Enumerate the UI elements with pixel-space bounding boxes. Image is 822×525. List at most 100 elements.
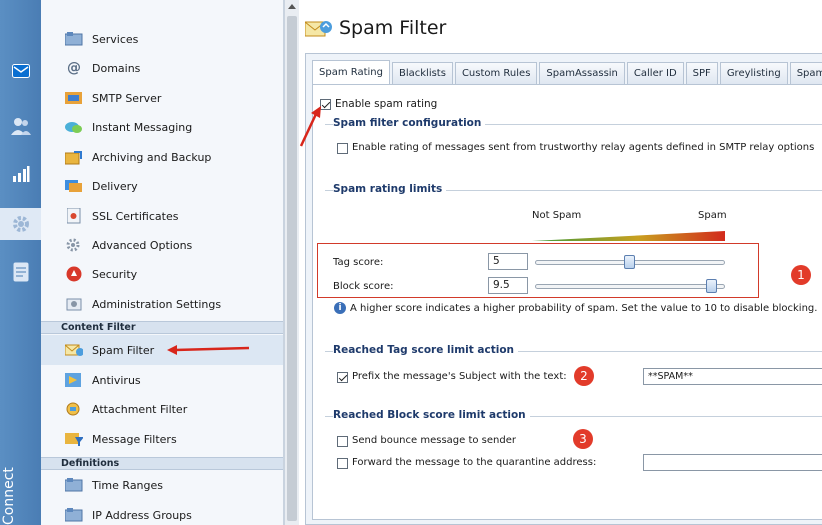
block-action-title: Reached Block score limit action bbox=[333, 409, 530, 421]
advanced-options-icon bbox=[65, 237, 83, 253]
users-icon bbox=[10, 115, 32, 137]
block-score-slider-thumb[interactable] bbox=[706, 279, 717, 293]
sidebar-item-time-ranges[interactable]: Time Ranges bbox=[41, 470, 283, 500]
antivirus-icon bbox=[65, 372, 83, 388]
tab-blacklists[interactable]: Blacklists bbox=[391, 62, 453, 84]
sidebar-item-label: Antivirus bbox=[92, 373, 141, 387]
sidebar-item-instant-messaging[interactable]: Instant Messaging bbox=[41, 112, 283, 142]
spam-filter-icon bbox=[65, 342, 83, 358]
block-score-slider[interactable] bbox=[535, 284, 725, 289]
sidebar-item-label: Spam Filter bbox=[92, 343, 155, 357]
info-icon: i bbox=[334, 302, 346, 314]
spam-filter-title-icon bbox=[304, 17, 333, 39]
sidebar-item-attachment-filter[interactable]: Attachment Filter bbox=[41, 394, 283, 424]
sidebar-item-label: Domains bbox=[92, 61, 141, 75]
enable-spam-rating-label[interactable]: Enable spam rating bbox=[335, 98, 437, 110]
tab-greylisting[interactable]: Greylisting bbox=[719, 62, 788, 84]
statistics-icon bbox=[10, 163, 32, 185]
administration-icon bbox=[65, 296, 83, 312]
notes-icon bbox=[10, 261, 32, 283]
tab-spamassassin[interactable]: SpamAssassin bbox=[539, 62, 625, 84]
page-title-text: Spam Filter bbox=[339, 17, 447, 39]
sidebar-item-antivirus[interactable]: Antivirus bbox=[41, 365, 283, 395]
sidebar-item-security[interactable]: Security bbox=[41, 259, 283, 289]
main-panel: Spam Filter Spam Rating Blacklists Custo… bbox=[299, 0, 822, 525]
tab-spam-rating[interactable]: Spam Rating bbox=[312, 60, 390, 84]
sidebar-item-label: Archiving and Backup bbox=[92, 150, 212, 164]
sidebar-item-label: Delivery bbox=[92, 179, 138, 193]
smtp-server-icon bbox=[65, 90, 83, 106]
sidebar-item-ip-address-groups[interactable]: IP Address Groups bbox=[41, 500, 283, 525]
brand-word: Connect bbox=[1, 467, 17, 525]
prefix-subject-checkbox[interactable] bbox=[337, 372, 348, 383]
tag-score-slider-thumb[interactable] bbox=[624, 255, 635, 269]
sidebar-item-label: Instant Messaging bbox=[92, 120, 193, 134]
block-score-input[interactable]: 9.5 bbox=[488, 277, 528, 294]
sidebar-scrollbar[interactable] bbox=[284, 0, 299, 525]
section-definitions: Definitions bbox=[41, 457, 283, 470]
sidebar-item-message-filters[interactable]: Message Filters bbox=[41, 424, 283, 454]
block-score-label: Block score: bbox=[333, 281, 394, 292]
sidebar-item-smtp-server[interactable]: SMTP Server bbox=[41, 83, 283, 113]
mail-icon bbox=[10, 60, 32, 82]
sidebar-item-label: SSL Certificates bbox=[92, 209, 179, 223]
sidebar: Services @ Domains SMTP Server Instant M… bbox=[41, 0, 284, 525]
forward-quarantine-checkbox[interactable] bbox=[337, 458, 348, 469]
sidebar-item-label: Advanced Options bbox=[92, 238, 193, 252]
domains-at-icon: @ bbox=[67, 60, 81, 76]
sidebar-item-archiving[interactable]: Archiving and Backup bbox=[41, 142, 283, 172]
tab-caller-id[interactable]: Caller ID bbox=[626, 62, 684, 84]
sidebar-item-label: Time Ranges bbox=[92, 478, 164, 492]
statistics-strip-button[interactable] bbox=[0, 160, 41, 188]
tab-panel: Spam Rating Blacklists Custom Rules Spam… bbox=[305, 53, 822, 525]
sidebar-item-label: SMTP Server bbox=[92, 91, 162, 105]
send-bounce-label[interactable]: Send bounce message to sender bbox=[352, 435, 516, 446]
sidebar-item-delivery[interactable]: Delivery bbox=[41, 171, 283, 201]
security-icon bbox=[65, 266, 83, 282]
callout-2: 2 bbox=[574, 366, 594, 386]
mail-strip-button[interactable] bbox=[0, 58, 41, 84]
prefix-subject-label[interactable]: Prefix the message's Subject with the te… bbox=[352, 371, 567, 382]
tag-action-title: Reached Tag score limit action bbox=[333, 344, 519, 356]
sidebar-item-label: Message Filters bbox=[92, 432, 177, 446]
trusted-relay-checkbox[interactable] bbox=[337, 143, 348, 154]
icon-strip: Connect bbox=[0, 0, 41, 525]
trusted-relay-label[interactable]: Enable rating of messages sent from trus… bbox=[352, 142, 814, 153]
delivery-icon bbox=[65, 178, 83, 194]
send-bounce-checkbox[interactable] bbox=[337, 436, 348, 447]
ip-groups-icon bbox=[65, 507, 83, 523]
message-filters-icon bbox=[65, 431, 83, 447]
tag-score-input[interactable]: 5 bbox=[488, 253, 528, 270]
scroll-up-arrow-icon[interactable] bbox=[288, 4, 296, 9]
services-icon bbox=[65, 31, 83, 47]
spam-rating-tab-body: Enable spam rating Spam filter configura… bbox=[312, 84, 822, 520]
scrollbar-thumb[interactable] bbox=[287, 16, 297, 521]
annotation-arrow-up-icon bbox=[299, 106, 321, 147]
scale-spam-label: Spam bbox=[698, 210, 727, 221]
page-title: Spam Filter bbox=[304, 17, 447, 39]
tab-custom-rules[interactable]: Custom Rules bbox=[454, 62, 538, 84]
users-strip-button[interactable] bbox=[0, 112, 41, 140]
sidebar-item-domains[interactable]: @ Domains bbox=[41, 53, 283, 83]
sidebar-item-services[interactable]: Services bbox=[41, 24, 283, 54]
section-content-filter: Content Filter bbox=[41, 321, 283, 334]
tag-score-label: Tag score: bbox=[333, 257, 384, 268]
settings-strip-button[interactable] bbox=[0, 210, 41, 238]
sidebar-item-advanced-options[interactable]: Advanced Options bbox=[41, 230, 283, 260]
forward-quarantine-label[interactable]: Forward the message to the quarantine ad… bbox=[352, 457, 596, 468]
time-ranges-icon bbox=[65, 477, 83, 493]
sidebar-item-ssl-certificates[interactable]: SSL Certificates bbox=[41, 201, 283, 231]
spam-scale-gradient bbox=[532, 231, 725, 241]
tab-spam-r[interactable]: Spam R bbox=[789, 62, 822, 84]
sidebar-item-administration-settings[interactable]: Administration Settings bbox=[41, 289, 283, 319]
callout-1: 1 bbox=[791, 265, 811, 285]
prefix-text-input[interactable]: **SPAM** bbox=[643, 368, 822, 385]
tab-spf[interactable]: SPF bbox=[685, 62, 718, 84]
spam-rating-limits-title: Spam rating limits bbox=[333, 183, 447, 195]
quarantine-address-input[interactable] bbox=[643, 454, 822, 471]
notes-strip-button[interactable] bbox=[0, 258, 41, 286]
instant-messaging-icon bbox=[65, 119, 83, 135]
ssl-certificate-icon bbox=[65, 208, 83, 224]
scale-not-spam-label: Not Spam bbox=[532, 210, 582, 221]
archiving-icon bbox=[65, 149, 83, 165]
